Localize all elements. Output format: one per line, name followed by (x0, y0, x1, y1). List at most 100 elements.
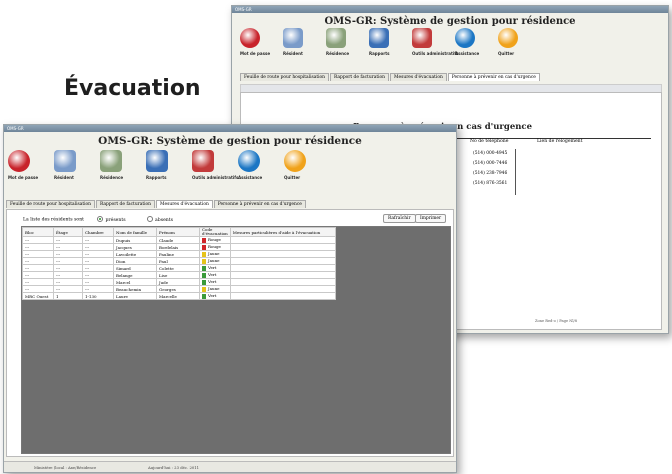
front-toolbar-button-help[interactable]: Assistance (238, 150, 276, 180)
back-toolbar-label: Assistance (455, 51, 480, 56)
back-toolbar-button-help[interactable]: Assistance (455, 28, 493, 56)
lock-icon (240, 28, 260, 48)
table-row[interactable]: --- --- --- Beauchemin Georges Jaune (22, 285, 336, 293)
radio-absent[interactable]: absents (147, 216, 173, 223)
front-toolbar-button-lock[interactable]: Mot de passe (8, 150, 46, 180)
front-toolbar-label: Résident (54, 175, 74, 180)
col-code[interactable]: Code d'évacuation (199, 227, 231, 237)
front-toolbar-button-building[interactable]: Résidence (100, 150, 138, 180)
back-toolbar-button-lock[interactable]: Mot de passe (240, 28, 278, 56)
cell-bloc: --- (22, 236, 54, 244)
cell-nom: Lavoilette (113, 250, 157, 258)
cell-etage: --- (53, 257, 83, 265)
table-row[interactable]: --- --- --- Dion Paul Jaune (22, 257, 336, 265)
cell-chambre: --- (82, 271, 114, 279)
code-label: Jaune (208, 286, 220, 292)
cell-prenom: Jude (156, 278, 200, 286)
back-phone-3: (514) 876-3561 (473, 181, 508, 186)
back-toolbar-button-people[interactable]: Résident (283, 28, 321, 56)
back-toolbar-button-building[interactable]: Résidence (326, 28, 364, 56)
back-toolbar-label: Rapports (369, 51, 390, 56)
col-nom[interactable]: Nom de famille (113, 227, 157, 237)
filter-row: La liste des résidents sont présents abs… (23, 216, 173, 223)
cell-etage: --- (53, 285, 83, 293)
status-left: Ministère (local : Axe/Résidence (34, 465, 97, 470)
back-titlebar: OMS-GR (232, 6, 668, 13)
front-window: OMS-GR OMS-GR: Système de gestion pour r… (3, 124, 457, 473)
filter-label: La liste des résidents sont (23, 217, 84, 223)
cell-code: Vert (199, 264, 231, 272)
exit-icon (284, 150, 306, 172)
table-row[interactable]: --- --- --- Marcel Jude Vert (22, 278, 336, 286)
refresh-button[interactable]: Rafraîchir (383, 214, 416, 223)
back-tab-hospitalisation[interactable]: Feuille de route pour hospitalisation (240, 73, 329, 81)
cell-nom: Simard (113, 264, 157, 272)
cell-prenom: Claude (156, 236, 200, 244)
table-row[interactable]: MRC Ouest 1 1-130 Laure Marcelle Vert (22, 292, 336, 300)
lock-icon (8, 150, 30, 172)
cell-mesures (229, 278, 336, 286)
back-toolbar: Mot de passe Résident Résidence Rapports Out… (240, 28, 570, 66)
back-tab-evacuation[interactable]: Mesures d'évacuation (390, 73, 447, 81)
print-button[interactable]: Imprimer (415, 214, 447, 223)
code-label: Rouge (208, 244, 221, 250)
cell-code: Jaune (199, 285, 231, 293)
back-toolbar-label: Mot de passe (240, 51, 271, 56)
back-tab-facturation[interactable]: Rapport de facturation (330, 73, 390, 81)
cell-etage: --- (53, 243, 83, 251)
table-row[interactable]: --- --- --- Dupuis Claude Rouge (22, 236, 336, 244)
front-toolbar-button-tools[interactable]: Outils administratifs (192, 150, 238, 180)
table-row[interactable]: --- --- --- Jacques Bordelais Rouge (22, 243, 336, 251)
cell-mesures (229, 264, 336, 272)
table-row[interactable]: --- --- --- Simard Colette Vert (22, 264, 336, 272)
traffic-light-icon (202, 279, 206, 285)
cell-mesures (229, 236, 336, 244)
back-toolbar-button-tools[interactable]: Outils administratifs (412, 28, 458, 56)
radio-absent-dot[interactable] (147, 216, 154, 222)
code-label: Jaune (208, 251, 220, 257)
cell-etage: 1 (53, 292, 83, 300)
front-tab-urgence[interactable]: Personne à prévenir en cas d'urgence (213, 200, 306, 208)
help-icon (455, 28, 475, 48)
cell-code: Vert (199, 292, 231, 300)
radio-present[interactable]: présents (97, 216, 126, 223)
caption-evacuation: Évacuation (64, 76, 201, 101)
table-row[interactable]: --- --- --- Lavoilette Pauline Jaune (22, 250, 336, 258)
front-tabs: Feuille de route pour hospitalisation Ra… (6, 200, 307, 208)
front-tab-evacuation[interactable]: Mesures d'évacuation (156, 200, 213, 208)
front-tab-hospitalisation[interactable]: Feuille de route pour hospitalisation (6, 200, 95, 208)
col-chambre[interactable]: Chambre (82, 227, 114, 237)
cell-prenom: Colette (156, 264, 200, 272)
cell-code: Jaune (199, 257, 231, 265)
front-toolbar: Mot de passe Résident Résidence Rapports Out… (8, 150, 338, 190)
radio-present-dot[interactable] (97, 216, 104, 222)
cell-code: Vert (199, 271, 231, 279)
cell-prenom: Lise (156, 271, 200, 279)
col-prenom[interactable]: Prénom (156, 227, 200, 237)
col-bloc[interactable]: Bloc (22, 227, 54, 237)
code-label: Vert (208, 279, 217, 285)
front-toolbar-button-exit[interactable]: Quitter (284, 150, 322, 180)
cell-nom: Dupuis (113, 236, 157, 244)
building-icon (100, 150, 122, 172)
cell-code: Rouge (199, 236, 231, 244)
back-tab-urgence[interactable]: Personne à prévenir en cas d'urgence (447, 73, 540, 81)
results-grid-area: Bloc Étage Chambre Nom de famille Prénom… (21, 226, 451, 454)
back-toolbar-button-exit[interactable]: Quitter (498, 28, 536, 56)
cell-bloc: --- (22, 264, 54, 272)
front-toolbar-button-report[interactable]: Rapports (146, 150, 184, 180)
code-label: Rouge (208, 237, 221, 243)
col-etage[interactable]: Étage (53, 227, 83, 237)
code-label: Jaune (208, 258, 220, 264)
front-tab-facturation[interactable]: Rapport de facturation (96, 200, 156, 208)
front-toolbar-button-people[interactable]: Résident (54, 150, 92, 180)
tools-icon (192, 150, 214, 172)
cell-prenom: Marcelle (156, 292, 200, 300)
table-row[interactable]: --- --- --- Belange Lise Vert (22, 271, 336, 279)
back-toolbar-button-report[interactable]: Rapports (369, 28, 407, 56)
col-mesures[interactable]: Mesures particulières d'aide à l'évacuat… (229, 227, 336, 237)
cell-etage: --- (53, 271, 83, 279)
front-toolbar-label: Assistance (238, 175, 263, 180)
cell-bloc: MRC Ouest (22, 292, 54, 300)
back-phone-0: (514) 000-4945 (473, 151, 508, 156)
